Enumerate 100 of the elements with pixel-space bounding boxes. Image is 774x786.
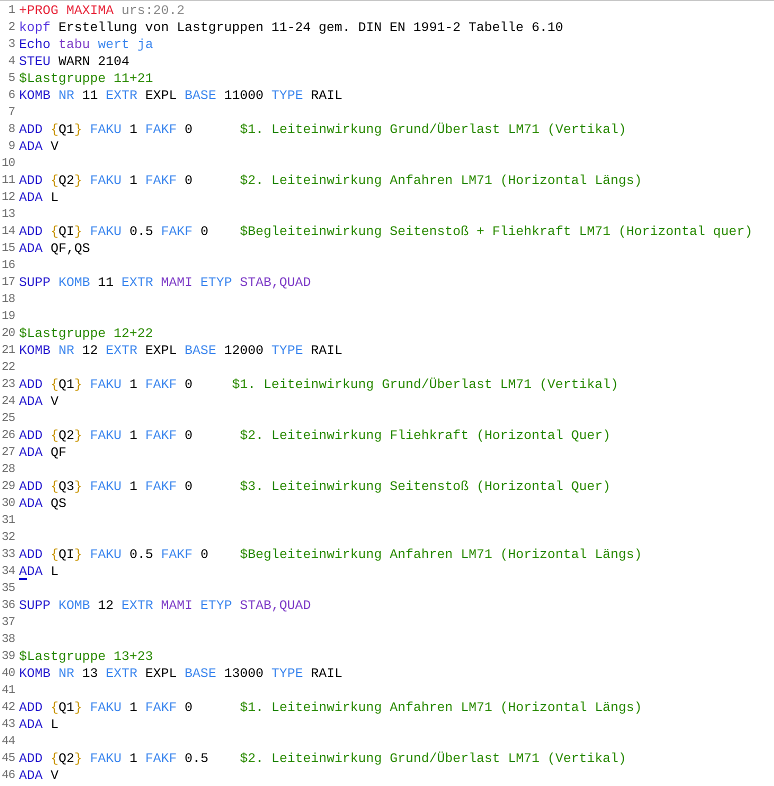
code-text: 0.5 (184, 751, 208, 766)
code-text: L (50, 564, 58, 579)
parameter-keyword: FAKF (145, 428, 177, 443)
command-keyword: ADA (19, 768, 43, 783)
line-number: 20 (0, 325, 15, 342)
code-text: 2104 (98, 54, 130, 69)
parameter-keyword: FAKF (161, 224, 193, 239)
brace: } (74, 428, 82, 443)
brace: } (74, 173, 82, 188)
parameter-keyword: EXTR (106, 88, 138, 103)
parameter-keyword: NR (58, 343, 74, 358)
parameter-keyword: TYPE (271, 666, 303, 681)
command-keyword: ADA (19, 445, 43, 460)
line-number: 32 (0, 529, 15, 546)
line-number: 46 (0, 767, 15, 784)
brace: { (50, 700, 58, 715)
parameter-keyword: FAKF (145, 479, 177, 494)
parameter-keyword: FAKU (90, 173, 122, 188)
code-comment: $Begleiteinwirkung Anfahren LM71 (Horizontal Längs) (240, 547, 642, 562)
line-number: 31 (0, 512, 15, 529)
line-number: 35 (0, 580, 15, 597)
code-text: 12 (82, 343, 98, 358)
command-keyword: ADA (19, 496, 43, 511)
command-keyword: KOMB (19, 343, 51, 358)
line-number: 24 (0, 393, 15, 410)
command-keyword: ADD (19, 224, 43, 239)
parameter-keyword: TYPE (271, 343, 303, 358)
brace: { (50, 547, 58, 562)
line-number: 19 (0, 308, 15, 325)
parameter-keyword: FAKU (90, 751, 122, 766)
code-text: RAIL (310, 88, 342, 103)
code-text: 0 (184, 479, 193, 494)
code-text: 0 (184, 428, 193, 443)
parameter-keyword: EXTR (122, 275, 154, 290)
line-number: 11 (0, 172, 15, 189)
parameter-keyword: FAKU (90, 428, 122, 443)
version-text: urs:20.2 (122, 3, 185, 18)
code-text: EXPL (145, 666, 177, 681)
code-comment: $2. Leiteinwirkung Fliehkraft (Horizontal Quer) (240, 428, 611, 443)
line-number: 40 (0, 665, 15, 682)
code-comment: $1. Leiteinwirkung Anfahren LM71 (Horizontal Längs) (240, 700, 642, 715)
line-number: 21 (0, 342, 15, 359)
line-number: 4 (7, 53, 15, 70)
line-number: 30 (0, 495, 15, 512)
parameter-keyword: FAKU (90, 547, 122, 562)
line-number: 6 (7, 87, 15, 104)
line-number: 14 (0, 223, 15, 240)
brace: { (50, 428, 58, 443)
command-keyword: ADA (19, 564, 43, 579)
code-text: V (50, 394, 58, 409)
parameter-keyword: FAKU (90, 224, 122, 239)
code-text: Erstellung von Lastgruppen 11-24 gem. DIN EN 1991-2 Tabelle 6.10 (58, 20, 564, 35)
line-number: 15 (0, 240, 15, 257)
line-number: 2 (7, 19, 15, 36)
code-text: 0 (184, 122, 193, 137)
line-number: 37 (0, 614, 15, 631)
line-number: 36 (0, 597, 15, 614)
line-number: 29 (0, 478, 15, 495)
code-text: L (50, 190, 58, 205)
parameter-keyword: KOMB (58, 275, 90, 290)
command-keyword: ADD (19, 547, 43, 562)
code-text: Q2 (58, 428, 74, 443)
line-number: 33 (0, 546, 15, 563)
parameter-keyword: FAKU (90, 122, 122, 137)
parameter-keyword: BASE (184, 88, 216, 103)
code-text: Q1 (58, 122, 74, 137)
brace: { (50, 173, 58, 188)
line-number: 7 (7, 104, 15, 121)
code-text: L (50, 717, 58, 732)
code-text: 12000 (224, 343, 264, 358)
command-keyword: SUPP (19, 598, 51, 613)
brace: } (74, 479, 82, 494)
program-header: +PROG MAXIMA (19, 3, 114, 18)
brace: } (74, 751, 82, 766)
line-number: 8 (7, 121, 15, 138)
line-number: 42 (0, 699, 15, 716)
code-text: Q1 (58, 377, 74, 392)
brace: } (74, 224, 82, 239)
command-keyword: SUPP (19, 275, 51, 290)
code-text: 0 (184, 700, 193, 715)
line-number: 18 (0, 291, 15, 308)
parameter-keyword: EXTR (122, 598, 154, 613)
command-keyword: ADD (19, 377, 43, 392)
code-text: 0 (200, 224, 208, 239)
brace: { (50, 122, 58, 137)
parameter-keyword: ja (137, 37, 154, 52)
command-keyword: ADA (19, 717, 43, 732)
code-comment: $2. Leiteinwirkung Anfahren LM71 (Horizontal Längs) (240, 173, 642, 188)
code-text: 13000 (224, 666, 264, 681)
line-number: 45 (0, 750, 15, 767)
brace: { (50, 224, 58, 239)
parameter-keyword: FAKU (90, 479, 122, 494)
code-comment: $2. Leiteinwirkung Grund/Überlast LM71 (Vertikal) (240, 751, 626, 766)
parameter-keyword: FAKF (145, 173, 177, 188)
line-number: 23 (0, 376, 15, 393)
code-text: 11000 (224, 88, 264, 103)
parameter-keyword: EXTR (106, 666, 138, 681)
code-text: Q2 (58, 173, 74, 188)
parameter-keyword: BASE (184, 666, 216, 681)
command-keyword: ADD (19, 479, 43, 494)
